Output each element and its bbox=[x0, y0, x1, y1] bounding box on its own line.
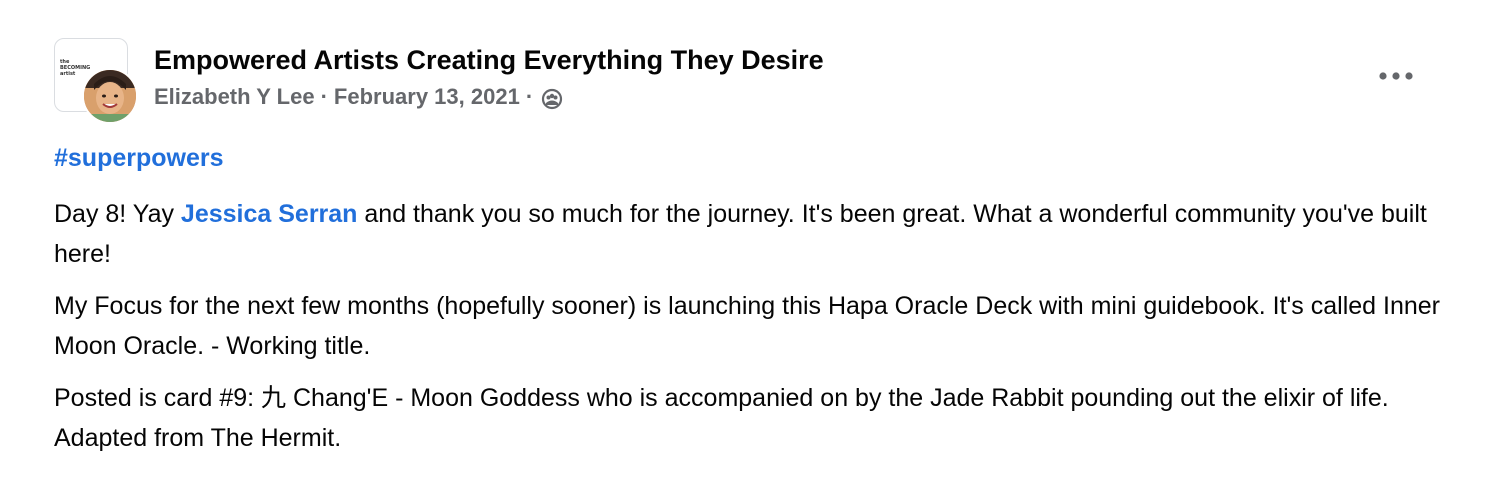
more-options-icon bbox=[1379, 72, 1413, 80]
post-paragraph: Posted is card #9: 九 Chang'E - Moon Godd… bbox=[54, 384, 1389, 452]
author-avatar[interactable] bbox=[82, 68, 138, 124]
group-audience-icon[interactable] bbox=[541, 86, 563, 110]
post-paragraph: Day 8! Yay Jessica Serran and thank you … bbox=[54, 194, 1454, 274]
more-options-button[interactable] bbox=[1372, 56, 1420, 96]
author-photo-icon bbox=[84, 70, 136, 122]
post-header: the BECOMING artist Empowered Artists Cr… bbox=[54, 38, 1434, 124]
hashtag-link[interactable]: #superpowers bbox=[54, 140, 224, 176]
post-paragraph: My Focus for the next few months (hopefu… bbox=[54, 292, 1440, 360]
author-name-link[interactable]: Elizabeth Y Lee bbox=[154, 80, 315, 114]
paragraph-text: Day 8! Yay bbox=[54, 200, 181, 228]
post-titles: Empowered Artists Creating Everything Th… bbox=[154, 42, 824, 114]
meta-separator: · bbox=[525, 84, 534, 109]
post-body: Day 8! Yay Jessica Serran and thank you … bbox=[54, 194, 1454, 470]
post-meta: Elizabeth Y Lee · February 13, 2021 · bbox=[154, 80, 824, 114]
avatar-stack[interactable]: the BECOMING artist bbox=[54, 38, 138, 124]
post-date-link[interactable]: February 13, 2021 bbox=[334, 80, 520, 114]
feed-post: the BECOMING artist Empowered Artists Cr… bbox=[0, 0, 1500, 500]
mention-link[interactable]: Jessica Serran bbox=[181, 200, 358, 228]
group-name-link[interactable]: Empowered Artists Creating Everything Th… bbox=[154, 42, 824, 78]
meta-separator: · bbox=[320, 84, 328, 109]
